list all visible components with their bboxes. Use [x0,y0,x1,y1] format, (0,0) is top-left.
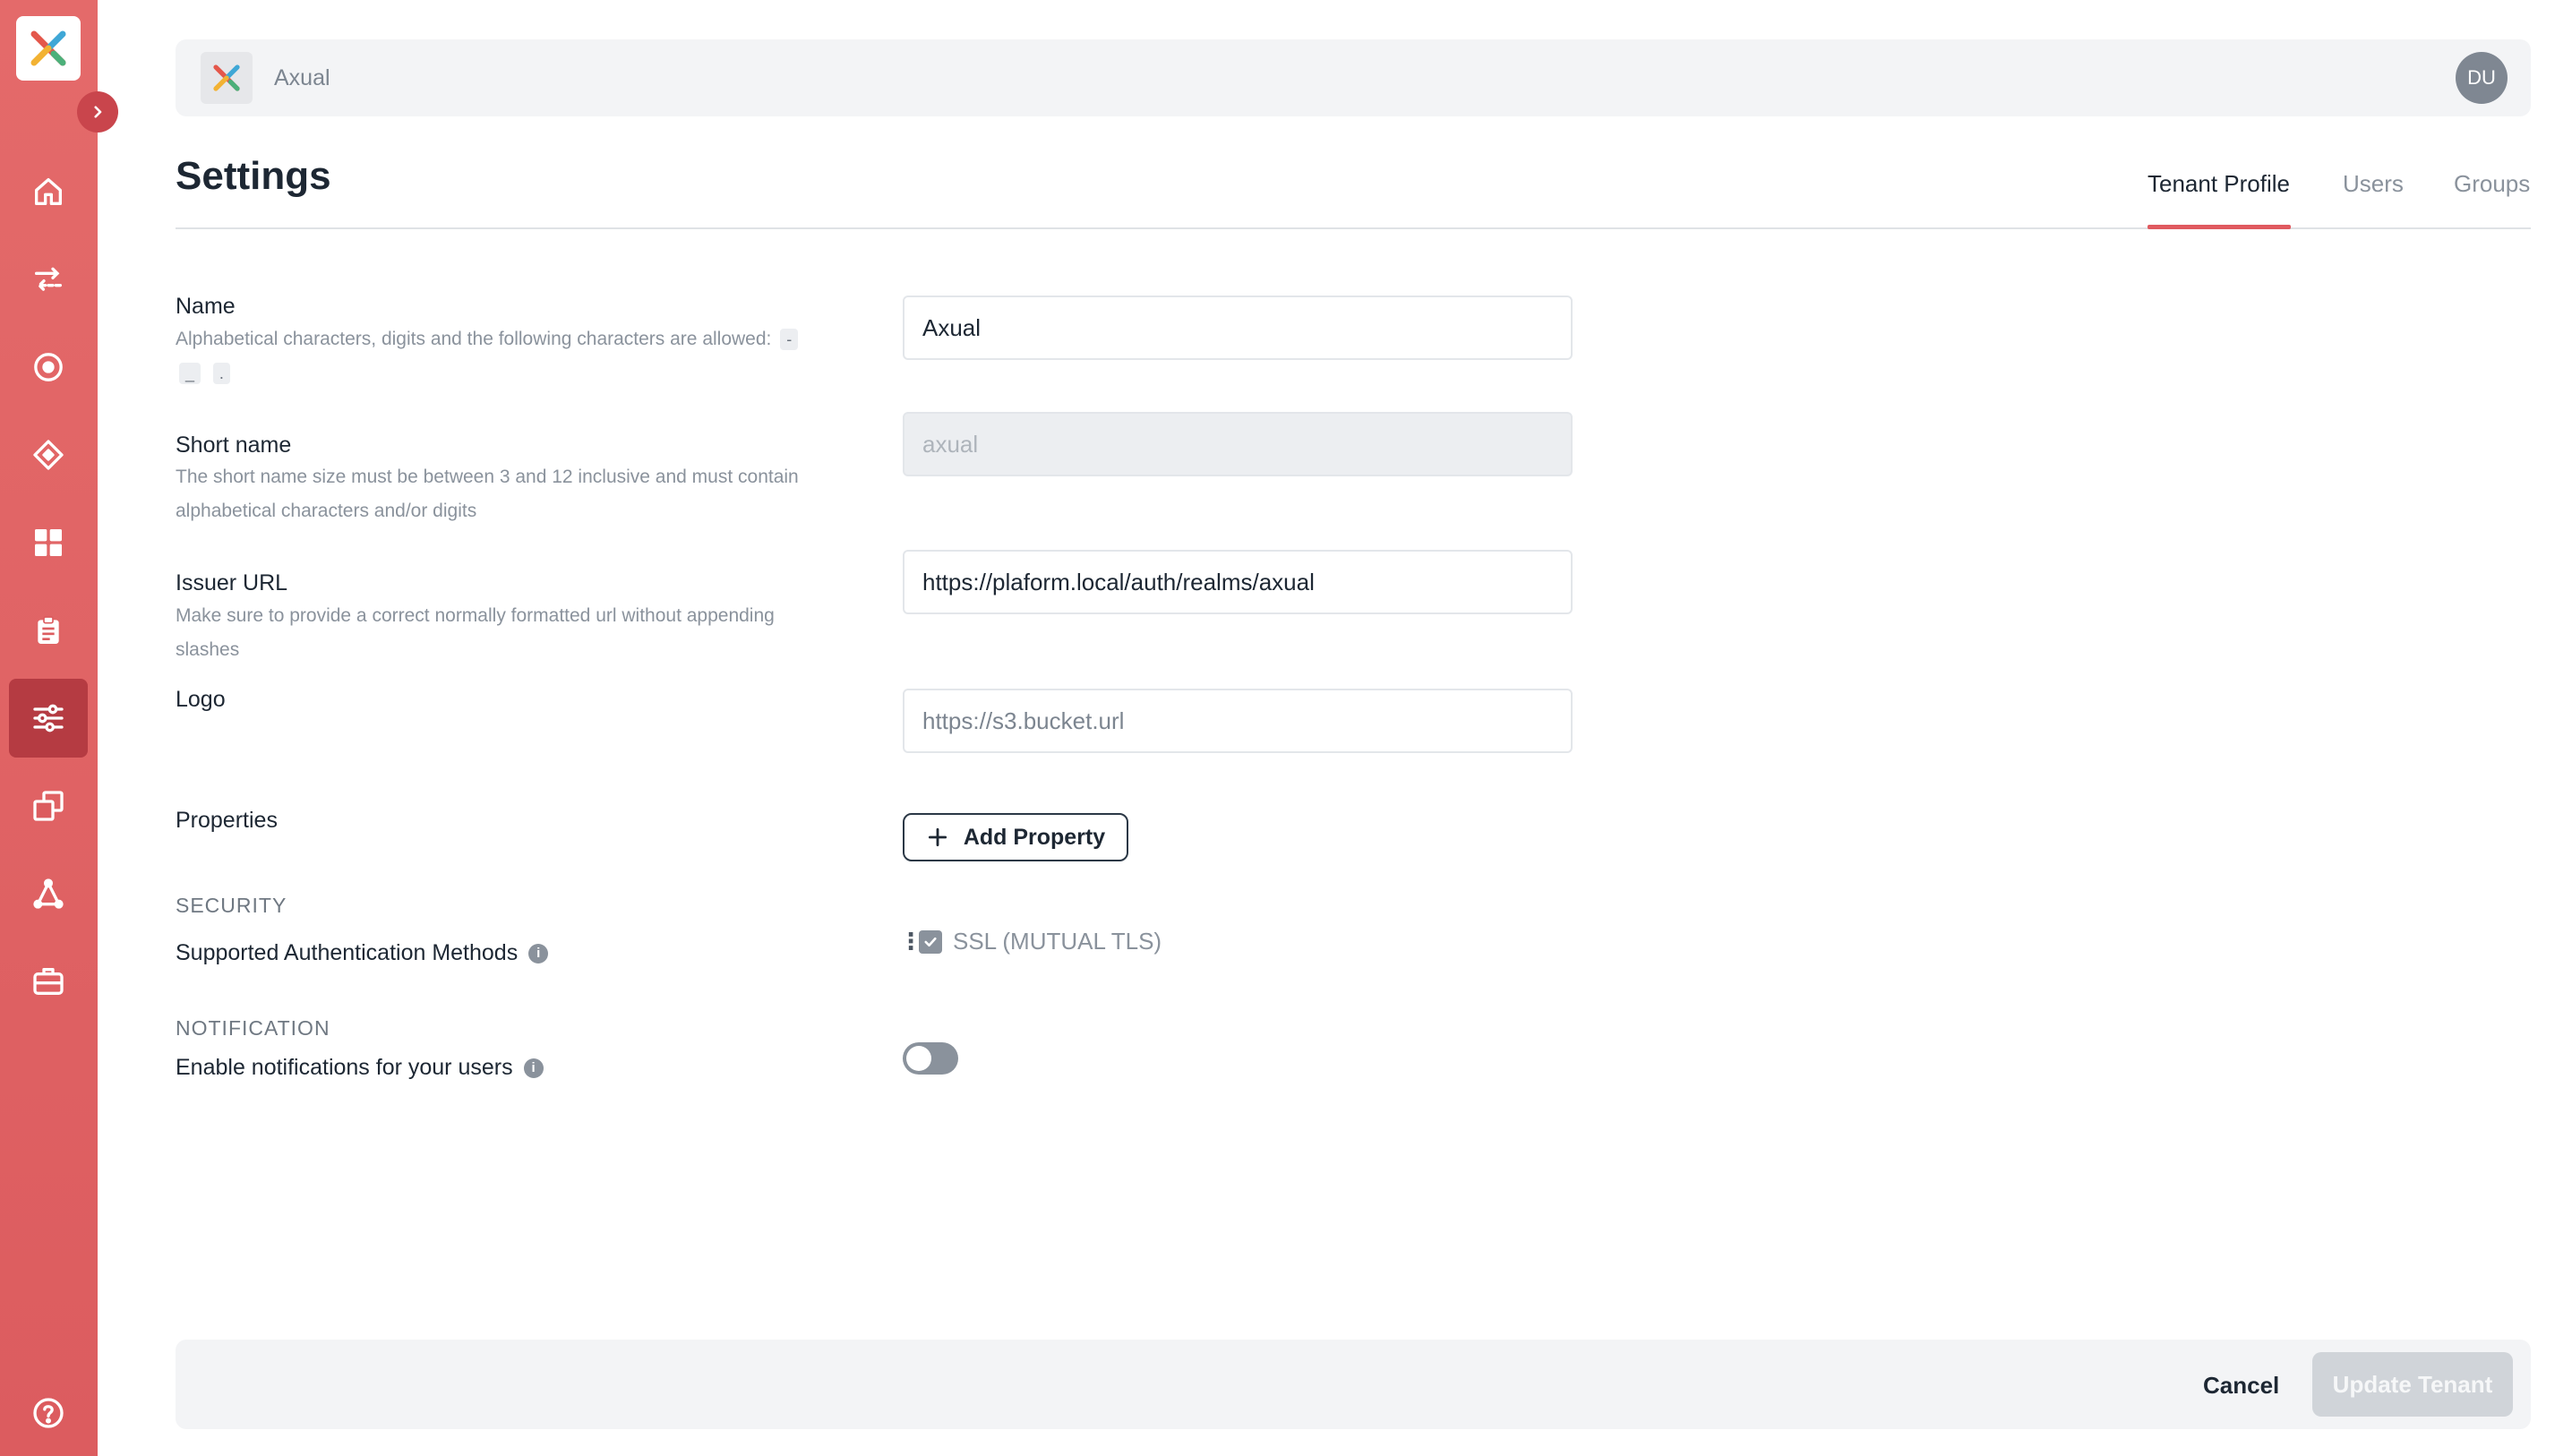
sidebar-item-tools[interactable] [9,942,88,1021]
user-avatar[interactable]: DU [2456,52,2508,104]
sidebar-item-dashboard[interactable] [9,503,88,582]
page-title: Settings [176,154,331,198]
sidebar [0,0,98,1456]
auth-methods-label-text: Supported Authentication Methods [176,940,519,965]
clipboard-icon [38,616,59,644]
toggle-knob [906,1046,931,1071]
logo-label: Logo [176,687,226,712]
notifications-label: Enable notifications for your users i [176,1055,544,1081]
chevron-right-icon [94,106,102,118]
tab-users[interactable]: Users [2343,170,2404,198]
ssl-checkbox[interactable] [919,929,942,954]
info-icon[interactable]: i [528,944,549,964]
tenant-logo [201,52,253,104]
active-tab-indicator [2148,225,2291,229]
allowed-char-chip: - [780,329,799,350]
tab-tenant-profile[interactable]: Tenant Profile [2148,170,2290,198]
name-label: Name [176,294,236,319]
app-logo[interactable] [16,16,81,81]
drag-handle-icon[interactable]: ⋮ [899,928,922,955]
short-name-label: Short name [176,433,292,458]
home-icon [35,178,63,205]
sidebar-expand-button[interactable] [77,91,118,133]
short-name-help-text: The short name size must be between 3 an… [176,467,799,521]
plus-icon [928,827,947,847]
add-property-button[interactable]: Add Property [903,813,1128,861]
axual-logo-icon [213,64,240,91]
diamond-icon [33,440,64,470]
add-property-label: Add Property [963,824,1106,850]
update-tenant-button[interactable]: Update Tenant [2312,1352,2513,1417]
tenant-name: Axual [274,65,330,90]
notification-section-title: NOTIFICATION [176,1016,330,1040]
briefcase-icon [33,968,64,995]
notifications-label-text: Enable notifications for your users [176,1055,513,1080]
settings-sliders-icon [33,704,64,732]
name-help-description: Alphabetical characters, digits and the … [176,329,772,349]
sidebar-item-help[interactable] [9,1374,88,1452]
dashboard-icon [35,529,62,556]
name-help-text: Alphabetical characters, digits and the … [176,322,838,390]
form-footer [176,1340,2531,1429]
issuer-url-input[interactable]: https://plaform.local/auth/realms/axual [903,550,1573,614]
sidebar-item-schemas[interactable] [9,415,88,494]
checkmark-icon [924,937,937,946]
info-icon[interactable]: i [523,1058,544,1079]
sidebar-item-environments[interactable] [9,767,88,845]
target-icon [34,353,63,381]
sidebar-item-home[interactable] [9,152,88,231]
issuer-url-help-text: Make sure to provide a correct normally … [176,605,775,660]
allowed-char-chip: _ [179,363,201,384]
notifications-toggle[interactable] [903,1042,958,1075]
network-icon [33,878,64,909]
issuer-url-label: Issuer URL [176,570,288,595]
sidebar-item-streams[interactable] [9,240,88,319]
copy-icon [33,791,64,821]
help-icon [33,1398,64,1428]
transfer-icon [35,267,63,292]
security-section-title: SECURITY [176,894,287,917]
tab-groups[interactable]: Groups [2454,170,2530,198]
ssl-label: SSL (MUTUAL TLS) [953,928,1162,955]
name-input[interactable]: Axual [903,295,1573,360]
auth-method-ssl[interactable]: ⋮ SSL (MUTUAL TLS) [899,928,1162,955]
properties-label: Properties [176,808,278,833]
sidebar-item-apps[interactable] [9,328,88,407]
axual-logo-icon [30,30,66,66]
auth-methods-label: Supported Authentication Methods i [176,940,549,966]
logo-url-input[interactable]: https://s3.bucket.url [903,689,1573,753]
allowed-char-chip: . [212,363,230,384]
sidebar-item-topology[interactable] [9,854,88,933]
cancel-button[interactable]: Cancel [2203,1372,2279,1400]
sidebar-item-reports[interactable] [9,591,88,670]
top-bar: Axual DU [176,39,2531,116]
short-name-input: axual [903,412,1573,476]
sidebar-item-settings[interactable] [9,679,88,758]
